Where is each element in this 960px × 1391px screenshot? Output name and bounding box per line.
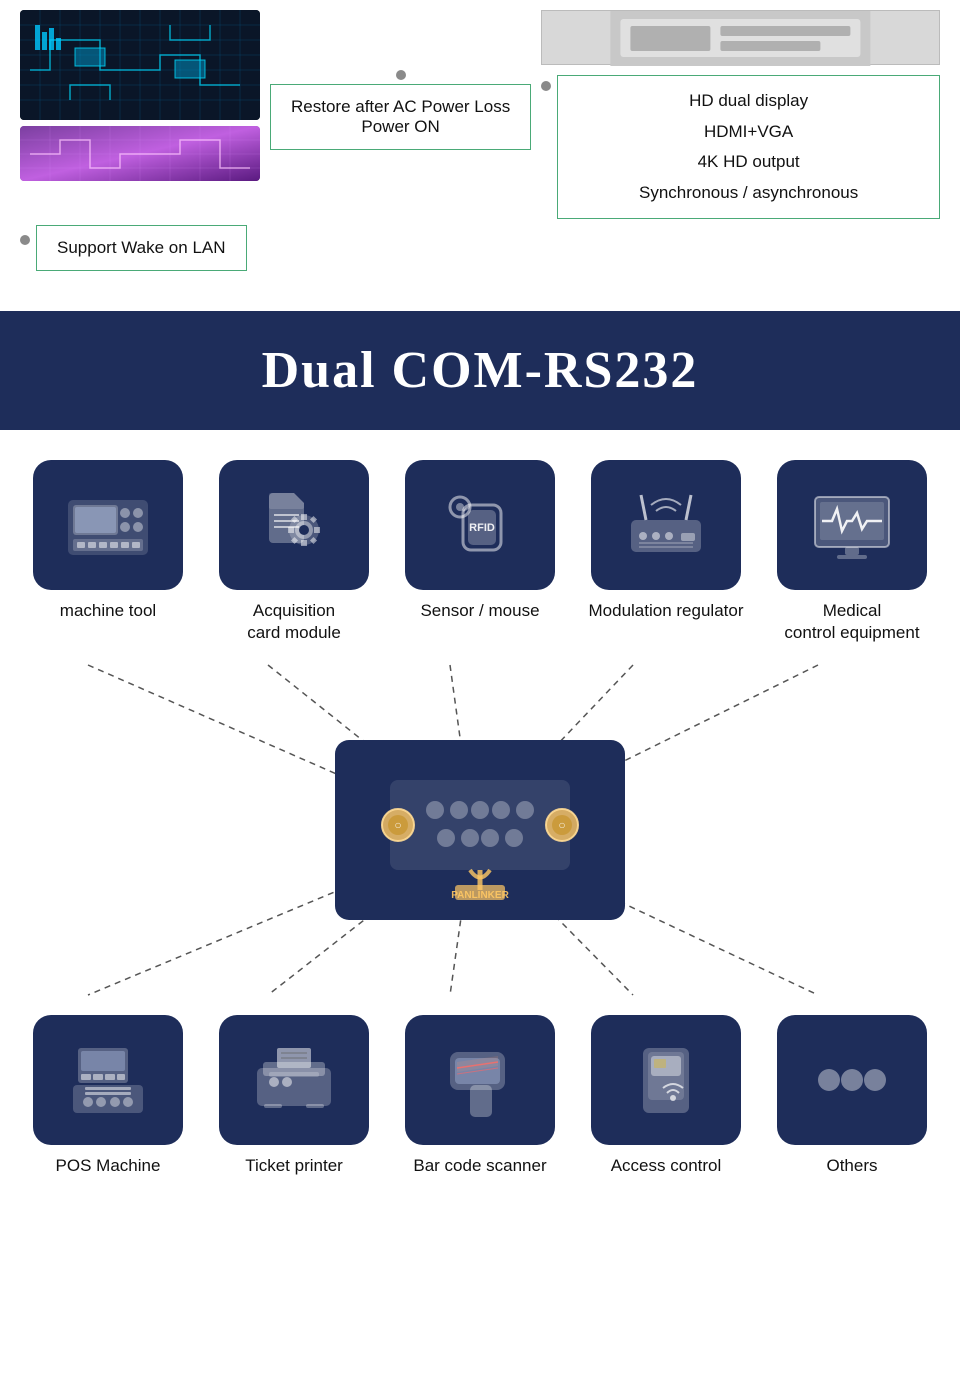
- icon-item-pos-machine: POS Machine: [28, 1015, 188, 1177]
- icon-item-modulation-regulator: Modulation regulator: [586, 460, 746, 622]
- diagram-section: ○ ○ PANLINKER: [0, 655, 960, 1005]
- top-icons-row: machine tool: [20, 460, 940, 644]
- right-features-box: HD dual display HDMI+VGA 4K HD output Sy…: [557, 75, 940, 219]
- restore-label: Restore after AC Power Loss: [291, 97, 510, 116]
- icon-item-access-control: Access control: [586, 1015, 746, 1177]
- com-port-svg: ○ ○ PANLINKER: [360, 760, 600, 900]
- hd-output-label: 4K HD output: [578, 147, 919, 178]
- sync-label: Synchronous / asynchronous: [578, 178, 919, 209]
- barcode-scanner-label: Bar code scanner: [413, 1155, 546, 1177]
- medical-equipment-label: Medical control equipment: [784, 600, 919, 644]
- icon-item-acquisition-card: Acquisition card module: [214, 460, 374, 644]
- svg-text:○: ○: [558, 818, 565, 832]
- acquisition-card-label: Acquisition card module: [247, 600, 341, 644]
- acquisition-card-icon: [249, 485, 339, 565]
- svg-text:○: ○: [394, 818, 401, 832]
- sensor-mouse-icon-box: RFID: [405, 460, 555, 590]
- com-port-center: ○ ○ PANLINKER: [335, 740, 625, 920]
- svg-text:PANLINKER: PANLINKER: [451, 890, 509, 900]
- icon-item-sensor-mouse: RFID Sensor / mouse: [400, 460, 560, 622]
- medical-equipment-icon-box: [777, 460, 927, 590]
- sensor-mouse-label: Sensor / mouse: [420, 600, 539, 622]
- acquisition-card-icon-box: [219, 460, 369, 590]
- circuit-svg-1: [20, 10, 260, 120]
- middle-features: Restore after AC Power Loss Power ON: [270, 10, 531, 150]
- ticket-printer-icon: [249, 1040, 339, 1120]
- pos-machine-icon-box: [33, 1015, 183, 1145]
- barcode-scanner-icon: [435, 1040, 525, 1120]
- others-icon: [807, 1040, 897, 1120]
- svg-text:RFID: RFID: [469, 522, 495, 534]
- circuit-svg-2: [20, 126, 260, 181]
- restore-feature-box: Restore after AC Power Loss Power ON: [270, 84, 531, 150]
- icon-item-machine-tool: machine tool: [28, 460, 188, 622]
- sensor-mouse-icon: RFID: [435, 485, 525, 565]
- modulation-regulator-icon: [621, 485, 711, 565]
- bullet-dot-2: [541, 81, 551, 91]
- bullet-dot-1: [396, 70, 406, 80]
- left-images: [20, 10, 260, 181]
- top-icons-section: machine tool: [0, 430, 960, 654]
- icon-item-barcode-scanner: Bar code scanner: [400, 1015, 560, 1177]
- circuit-image-2: [20, 126, 260, 181]
- barcode-scanner-icon-box: [405, 1015, 555, 1145]
- icon-item-others: Others: [772, 1015, 932, 1177]
- circuit-image-1: [20, 10, 260, 120]
- machine-tool-icon-box: [33, 460, 183, 590]
- icon-item-medical-equipment: Medical control equipment: [772, 460, 932, 644]
- bottom-icons-row: POS Machine: [20, 1015, 940, 1177]
- modulation-regulator-label: Modulation regulator: [589, 600, 744, 622]
- right-features: HD dual display HDMI+VGA 4K HD output Sy…: [541, 10, 940, 219]
- machine-tool-icon: [63, 485, 153, 565]
- hd-dual-label: HD dual display: [578, 86, 919, 117]
- right-image: [541, 10, 940, 65]
- access-control-icon-box: [591, 1015, 741, 1145]
- others-label: Others: [826, 1155, 877, 1177]
- access-control-icon: [621, 1040, 711, 1120]
- power-on-label: Power ON: [361, 117, 439, 136]
- ticket-printer-icon-box: [219, 1015, 369, 1145]
- machine-tool-label: machine tool: [60, 600, 156, 622]
- banner-title: Dual COM-RS232: [20, 341, 940, 400]
- wake-on-lan-label: Support Wake on LAN: [57, 238, 226, 257]
- wake-on-lan-box: Support Wake on LAN: [36, 225, 247, 271]
- bullet-dot-3: [20, 235, 30, 245]
- ticket-printer-label: Ticket printer: [245, 1155, 343, 1177]
- header-section: Restore after AC Power Loss Power ON HD …: [0, 0, 960, 291]
- icon-item-ticket-printer: Ticket printer: [214, 1015, 374, 1177]
- bottom-icons-section: POS Machine: [0, 1005, 960, 1207]
- hdmi-vga-label: HDMI+VGA: [578, 117, 919, 148]
- pos-machine-icon: [63, 1040, 153, 1120]
- access-control-label: Access control: [611, 1155, 722, 1177]
- banner-section: Dual COM-RS232: [0, 311, 960, 430]
- medical-equipment-icon: [807, 485, 897, 565]
- others-icon-box: [777, 1015, 927, 1145]
- modulation-regulator-icon-box: [591, 460, 741, 590]
- pos-machine-label: POS Machine: [56, 1155, 161, 1177]
